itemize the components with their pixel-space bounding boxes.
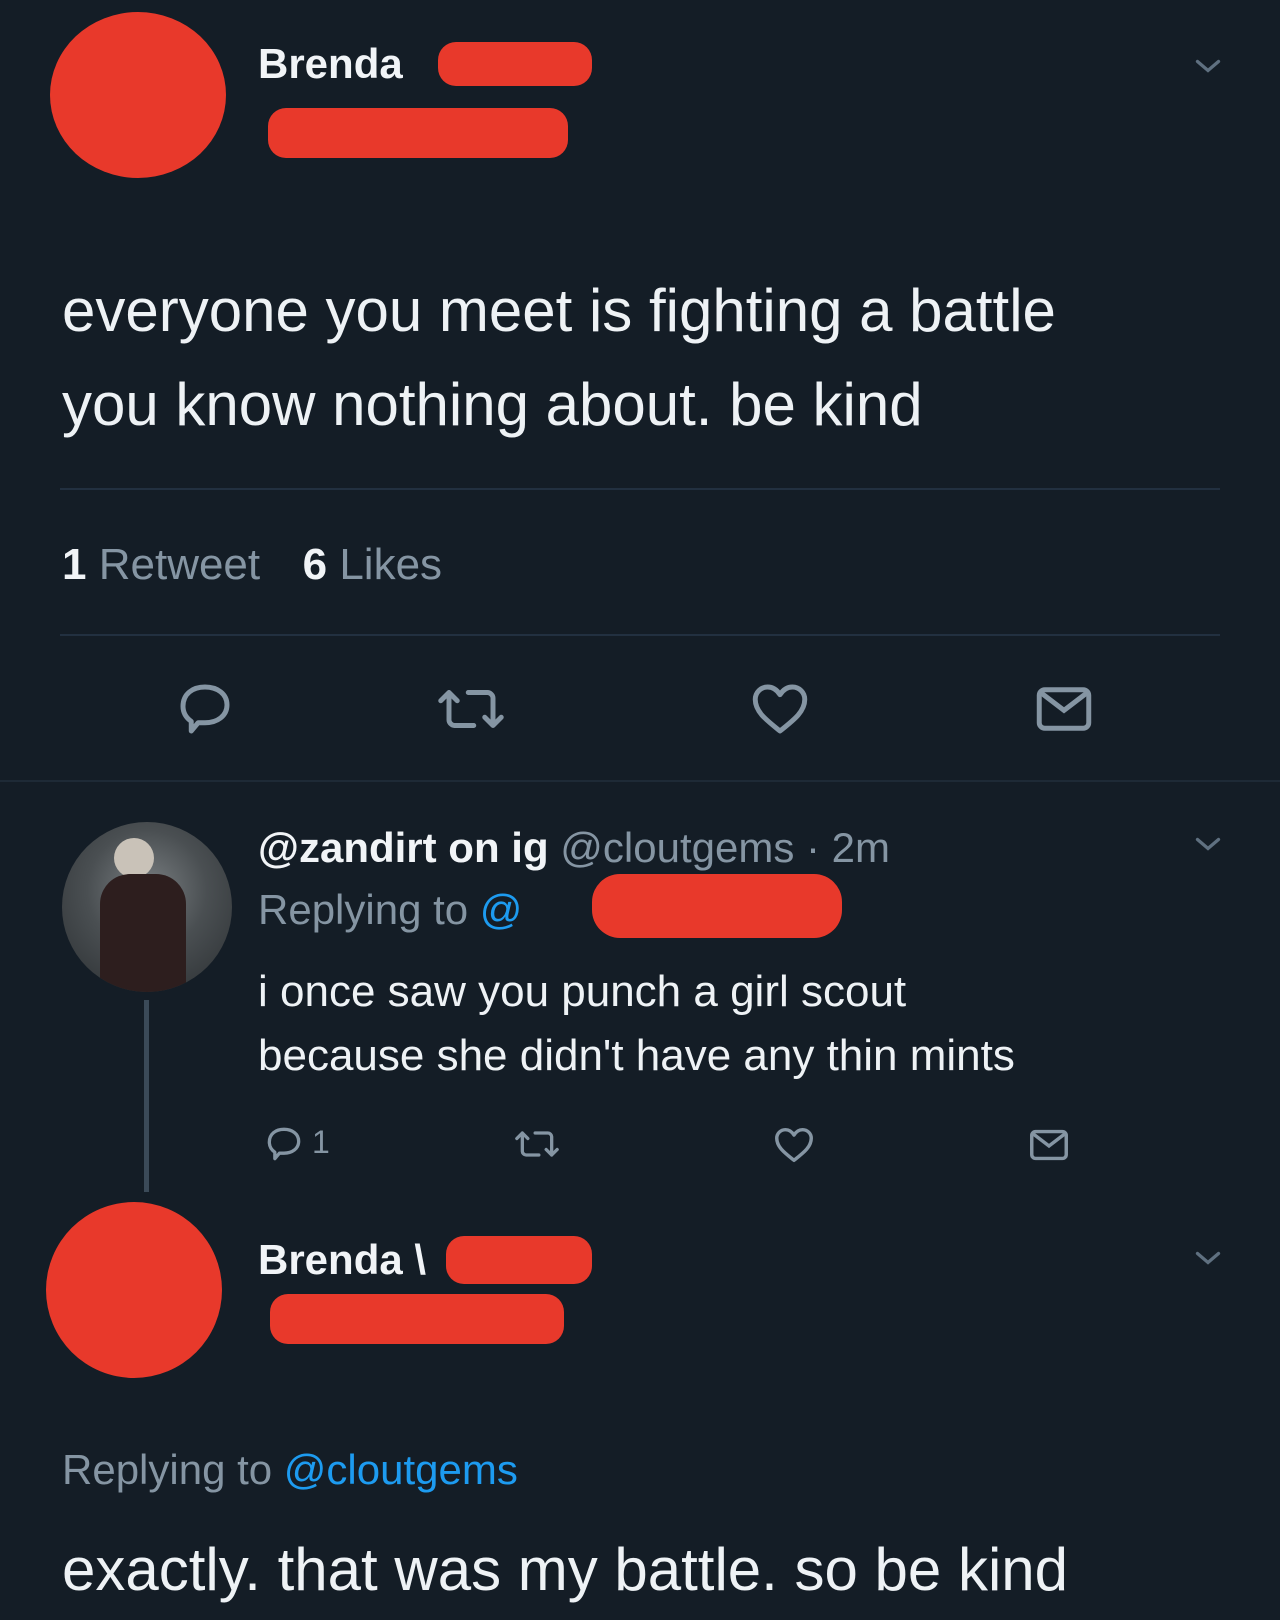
divider <box>60 634 1220 636</box>
retweet-count[interactable]: 1 <box>62 540 86 589</box>
avatar-figure <box>114 838 154 878</box>
redaction-bar <box>592 874 842 938</box>
reply-icon[interactable] <box>172 676 238 742</box>
dm-icon[interactable] <box>1024 1122 1074 1168</box>
avatar[interactable] <box>50 12 226 178</box>
author-name[interactable]: Brenda <box>258 40 403 88</box>
chevron-down-icon[interactable] <box>1190 826 1226 862</box>
redaction-bar <box>446 1236 592 1284</box>
tweet-stats: 1 Retweet 6 Likes <box>62 540 442 590</box>
dm-icon[interactable] <box>1030 676 1098 742</box>
avatar[interactable] <box>62 822 232 992</box>
timestamp[interactable]: · 2m <box>806 824 890 871</box>
redaction-bar <box>438 42 592 86</box>
redaction-bar <box>268 108 568 158</box>
reply-header: @zandirt on ig @cloutgems · 2m <box>258 824 890 872</box>
chevron-down-icon[interactable] <box>1190 1240 1226 1276</box>
redaction-bar <box>270 1294 564 1344</box>
replying-to-handle[interactable]: @ <box>480 886 523 933</box>
author-name[interactable]: Brenda \ <box>258 1236 426 1284</box>
avatar-figure-body <box>100 874 186 992</box>
replying-to: Replying to @cloutgems <box>62 1446 518 1494</box>
retweet-icon[interactable] <box>430 676 512 742</box>
tweet-text: exactly. that was my battle. so be kind <box>62 1536 1069 1603</box>
retweet-label[interactable]: Retweet <box>99 540 260 589</box>
tweet-text: everyone you meet is fighting a battle y… <box>62 264 1056 452</box>
reply-text-line: because she didn't have any thin mints <box>258 1031 1015 1080</box>
divider <box>60 488 1220 490</box>
tweet-text-line: you know nothing about. be kind <box>62 371 923 438</box>
author-name-text: Brenda <box>258 1236 403 1283</box>
tweet-text-line: everyone you meet is fighting a battle <box>62 277 1056 344</box>
reply-icon[interactable] <box>262 1122 306 1166</box>
replying-to-handle[interactable]: @cloutgems <box>284 1446 518 1493</box>
like-count[interactable]: 6 <box>303 540 327 589</box>
author-name[interactable]: @zandirt on ig <box>258 824 549 871</box>
reply-count: 1 <box>312 1124 330 1160</box>
replying-to-label: Replying to <box>258 886 469 933</box>
divider <box>0 780 1280 782</box>
like-icon[interactable] <box>770 1122 818 1168</box>
author-name-suffix: \ <box>414 1236 427 1283</box>
thread-line <box>144 1000 149 1192</box>
reply-text-line: i once saw you punch a girl scout <box>258 967 907 1016</box>
reply-text: i once saw you punch a girl scout becaus… <box>258 960 1015 1088</box>
retweet-icon[interactable] <box>510 1122 564 1166</box>
replying-to: Replying to @ <box>258 886 522 934</box>
replying-to-label: Replying to <box>62 1446 273 1493</box>
like-label[interactable]: Likes <box>339 540 442 589</box>
chevron-down-icon[interactable] <box>1190 48 1226 84</box>
author-handle[interactable]: @cloutgems <box>560 824 794 871</box>
like-icon[interactable] <box>746 676 814 742</box>
avatar[interactable] <box>46 1202 222 1378</box>
